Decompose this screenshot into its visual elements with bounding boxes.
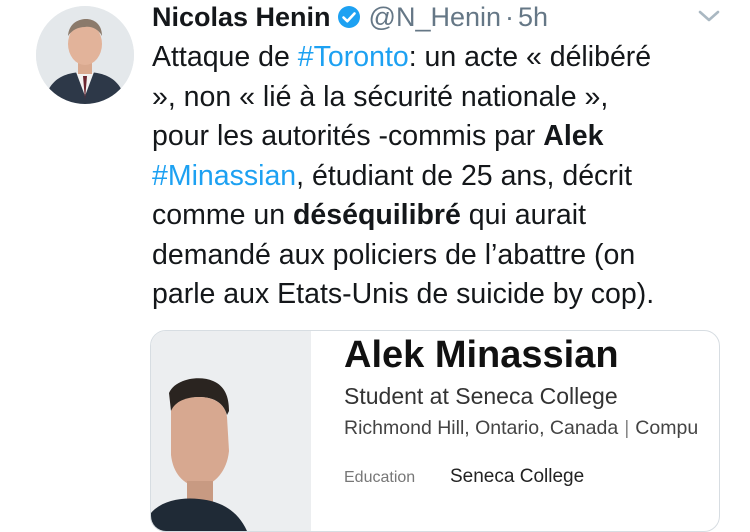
tweet-text-line: #Minassian, étudiant de 25 ans, décrit	[152, 157, 742, 197]
tweet-text-segment: : un acte « délibéré	[408, 41, 652, 73]
bold-text: Alek	[543, 120, 604, 152]
tweet-text-segment: Attaque de	[152, 41, 298, 73]
author-display-name[interactable]: Nicolas Henin	[152, 2, 331, 33]
tweet-text-segment: », non « lié à la sécurité nationale »,	[152, 80, 609, 113]
card-education-label: Education	[344, 469, 416, 486]
card-location-line: Richmond Hill, Ontario, Canada | Compu	[344, 417, 698, 440]
tweet-text-line: parle aux Etats-Unis de suicide by cop).	[152, 275, 742, 315]
tweet-text-segment: qui aurait	[460, 199, 587, 231]
author-avatar[interactable]	[36, 6, 134, 104]
tweet-text-line: demandé aux policiers de l’abattre (on	[152, 236, 742, 276]
tweet-text: Attaque de #Toronto: un acte « délibéré»…	[152, 38, 742, 315]
tweet-text-line: Attaque de #Toronto: un acte « délibéré	[152, 38, 742, 78]
tweet-text-segment: parle aux Etats-Unis de suicide by cop).	[152, 278, 655, 310]
chevron-down-icon[interactable]	[696, 6, 722, 26]
tweet-text-segment: pour les autorités -commis par	[152, 120, 544, 152]
author-handle[interactable]: @N_Henin	[369, 2, 501, 33]
verified-badge-icon	[337, 5, 361, 29]
tweet-header: Nicolas Henin @N_Henin · 5h	[152, 0, 548, 34]
card-separator: |	[624, 417, 630, 439]
tweet-text-segment: , étudiant de 25 ans, décrit	[296, 159, 633, 192]
tweet-text-line: pour les autorités -commis par Alek	[152, 117, 742, 157]
card-industry: Compu	[635, 417, 699, 439]
card-headline: Student at Seneca College	[344, 383, 618, 409]
tweet-text-line: », non « lié à la sécurité nationale »,	[152, 78, 742, 118]
bold-text: déséquilibré	[292, 199, 461, 231]
link-preview-card[interactable]: Alek Minassian Student at Seneca College…	[150, 330, 720, 532]
card-education-value: Seneca College	[450, 466, 585, 487]
meta-separator: ·	[505, 1, 515, 32]
tweet-timestamp[interactable]: 5h	[518, 2, 548, 33]
tweet-text-line: comme un déséquilibré qui aurait	[152, 196, 742, 236]
tweet-text-segment: comme un	[152, 199, 293, 231]
avatar-portrait	[36, 6, 134, 104]
tweet-text-segment: demandé aux policiers de l’abattre (on	[152, 238, 636, 271]
hashtag-link[interactable]: #Toronto	[298, 41, 409, 73]
card-profile-photo	[151, 331, 311, 531]
hashtag-link[interactable]: #Minassian	[152, 160, 296, 192]
card-person-name: Alek Minassian	[344, 334, 619, 376]
card-location: Richmond Hill, Ontario, Canada	[344, 417, 619, 439]
